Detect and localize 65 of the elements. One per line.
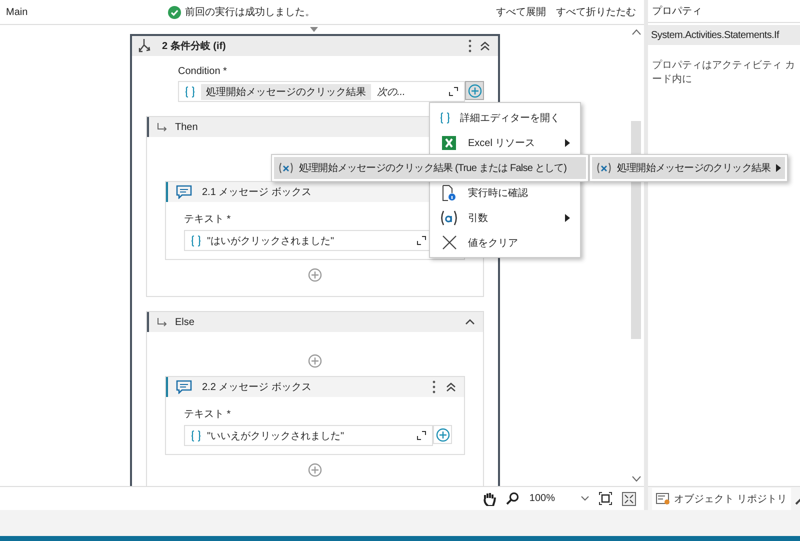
braces-icon xyxy=(191,234,201,246)
repository-icon xyxy=(656,492,670,504)
fit-to-screen-icon[interactable] xyxy=(599,492,612,505)
activity-type-name: System.Activities.Statements.If xyxy=(651,30,779,40)
branch-title: Then xyxy=(175,122,198,132)
condition-field[interactable]: 処理開始メッセージのクリック結果 次の... xyxy=(178,81,465,102)
add-button[interactable] xyxy=(465,81,484,100)
argument-icon xyxy=(440,210,458,226)
menu-item[interactable]: 詳細エディターを開く xyxy=(432,105,578,130)
workflow-title: Main xyxy=(6,6,29,18)
expand-icon[interactable] xyxy=(417,431,426,440)
variable-icon xyxy=(596,162,612,174)
collapse-icon[interactable] xyxy=(465,319,475,325)
field-label: テキスト * xyxy=(184,408,231,421)
scroll-up-icon[interactable] xyxy=(632,29,640,35)
header-link[interactable]: すべて展開 xyxy=(494,5,548,19)
menu-item[interactable]: 実行時に確認 xyxy=(432,180,578,205)
expand-icon[interactable] xyxy=(449,87,458,96)
zoom-dropdown[interactable]: 100% xyxy=(529,493,589,504)
submenu-arrow-icon xyxy=(565,214,570,222)
caret-icon xyxy=(581,496,589,501)
menu-item[interactable]: 処理開始メッセージのクリック結果 xyxy=(592,157,785,179)
activity-title: 2 条件分岐 (if) xyxy=(162,40,227,53)
search-icon[interactable] xyxy=(506,492,520,505)
close-icon xyxy=(442,235,456,250)
add-activity-icon[interactable] xyxy=(308,354,322,368)
more-options-icon[interactable] xyxy=(468,39,472,53)
properties-message: プロパティはアクティビティ カード内に xyxy=(651,58,796,87)
header-link[interactable]: すべて折りたたむ xyxy=(554,5,638,19)
menu-item[interactable]: 引数 xyxy=(432,205,578,230)
overview-icon[interactable] xyxy=(622,492,636,506)
text-field[interactable]: "いいえがクリックされました" xyxy=(184,425,433,446)
activity-title: 2.2 メッセージ ボックス xyxy=(202,381,312,394)
add-activity-icon[interactable] xyxy=(308,268,322,282)
submenu-arrow-icon xyxy=(776,164,781,172)
message-icon xyxy=(176,185,192,199)
spreadsheet-icon xyxy=(442,136,456,150)
collapse-icon[interactable] xyxy=(446,382,456,392)
document-info-icon xyxy=(442,184,456,200)
panel-tab[interactable]: オブジェクト リポジトリ xyxy=(652,488,791,510)
branch-title: Else xyxy=(175,316,194,328)
field-label: テキスト * xyxy=(184,213,231,226)
branch-arrow-icon xyxy=(157,318,167,326)
expand-icon[interactable] xyxy=(417,236,426,245)
field-hint: 次の... xyxy=(377,86,406,98)
success-check-icon xyxy=(168,6,181,18)
add-activity-icon[interactable] xyxy=(308,463,322,477)
field-label: Condition * xyxy=(178,66,227,77)
variable-chip[interactable]: 処理開始メッセージのクリック結果 xyxy=(201,84,371,100)
status-message: 前回の実行は成功しました。 xyxy=(185,6,315,19)
collapse-icon[interactable] xyxy=(480,41,490,51)
more-options-icon[interactable] xyxy=(432,380,436,394)
menu-item[interactable]: 処理開始メッセージのクリック結果 (True または False として) xyxy=(274,157,586,179)
branch-arrow-icon xyxy=(157,122,167,132)
braces-icon xyxy=(185,86,195,98)
panel-title: プロパティ xyxy=(652,4,702,18)
activity-title: 2.1 メッセージ ボックス xyxy=(202,186,312,199)
scroll-down-icon[interactable] xyxy=(632,476,640,482)
braces-icon xyxy=(440,112,450,124)
message-icon xyxy=(176,380,192,394)
variable-icon xyxy=(278,162,294,174)
hand-icon[interactable] xyxy=(483,492,496,506)
menu-item[interactable]: 値をクリア xyxy=(432,230,578,255)
braces-icon xyxy=(191,430,201,442)
submenu-arrow-icon xyxy=(565,138,570,146)
